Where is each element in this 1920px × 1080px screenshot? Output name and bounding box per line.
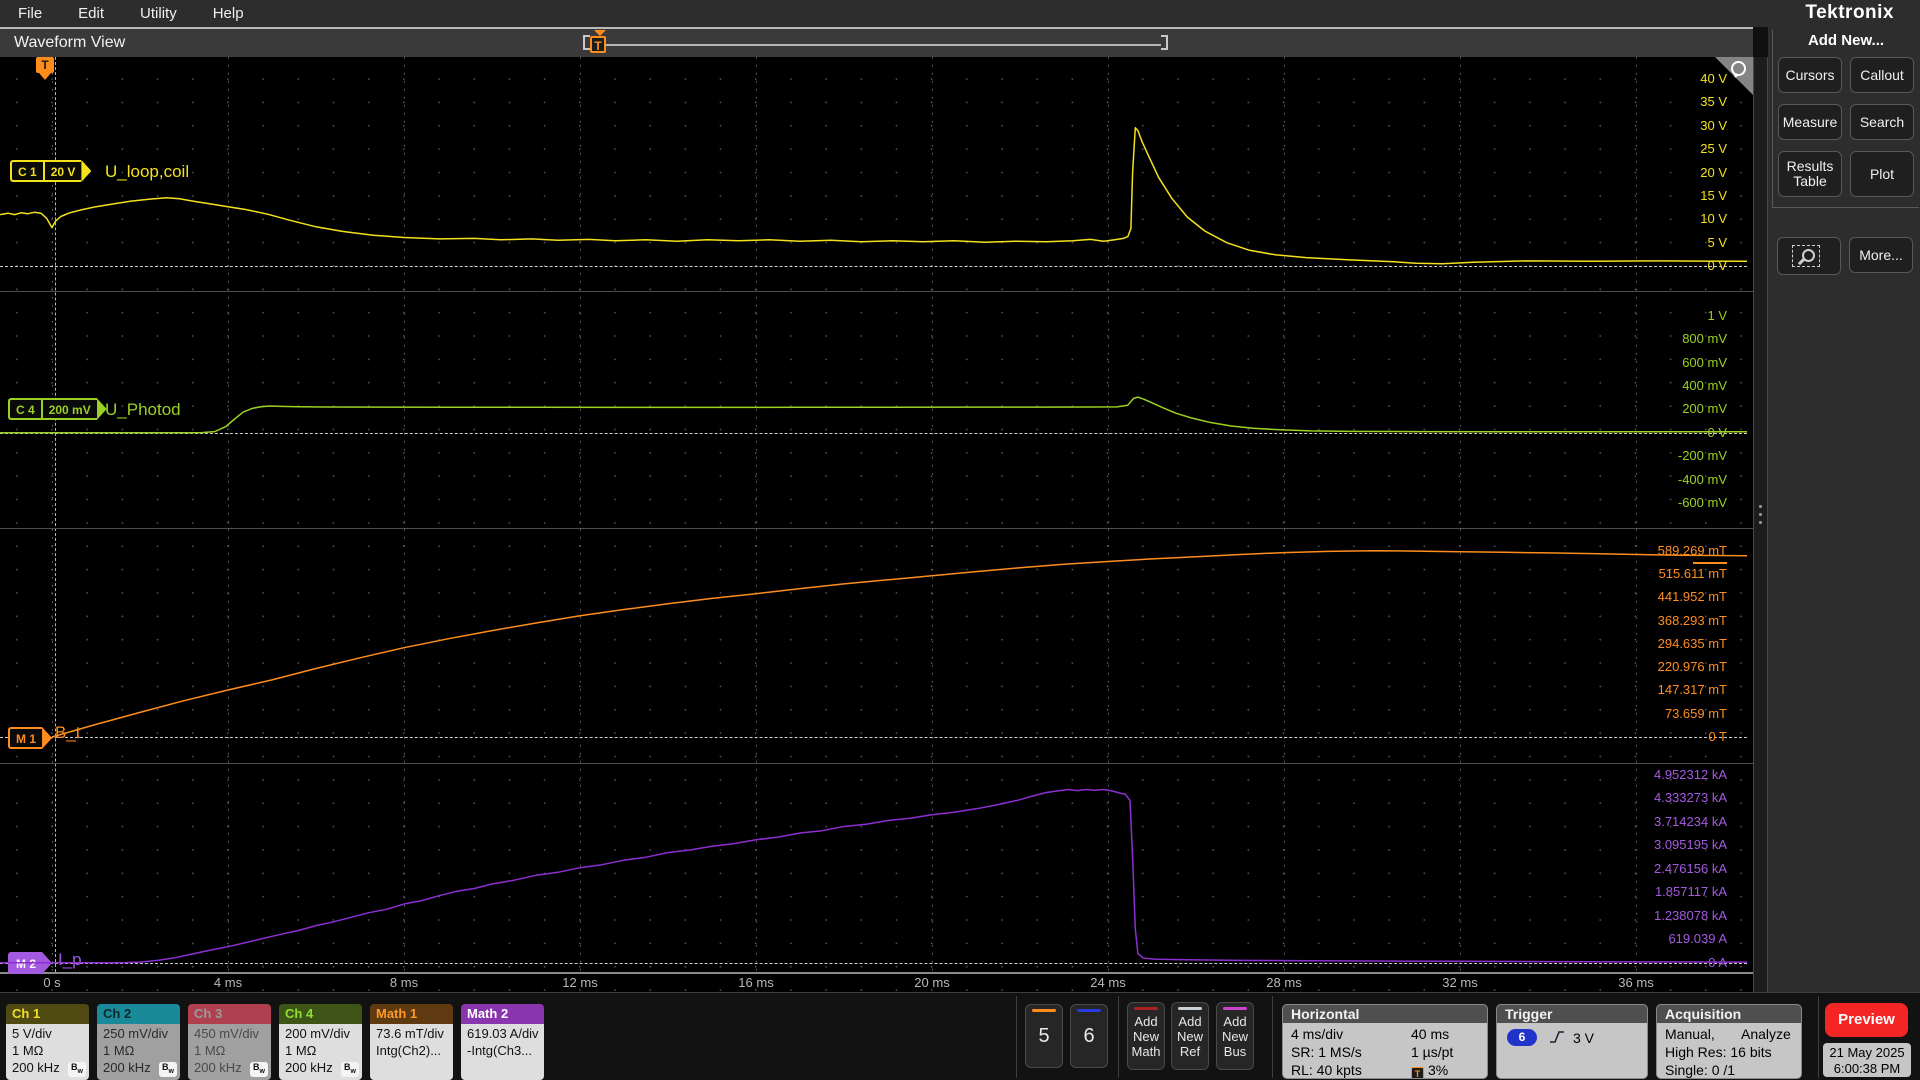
add-new-math-button[interactable]: Add New Math — [1127, 1002, 1165, 1070]
add-new-buttons: Cursors Callout Measure Search Results Table… — [1773, 57, 1919, 197]
trigger-level: 3 V — [1573, 1030, 1595, 1046]
acquisition-analyze: Analyze — [1741, 1026, 1791, 1042]
trigger-flag-icon[interactable]: T — [36, 57, 54, 80]
sample-interval: 1 µs/pt — [1411, 1044, 1454, 1060]
cursors-button[interactable]: Cursors — [1778, 57, 1842, 93]
add-new-ref-button[interactable]: Add New Ref — [1171, 1002, 1209, 1070]
rising-edge-icon — [1550, 1031, 1564, 1043]
horizontal-panel-title: Horizontal — [1283, 1005, 1487, 1023]
trigger-source-badge: 6 — [1507, 1029, 1537, 1046]
results-table-button[interactable]: Results Table — [1778, 151, 1842, 197]
acquisition-resolution: High Res: 16 bits — [1665, 1044, 1772, 1060]
acquisition-panel[interactable]: Acquisition Manual, Analyze High Res: 16… — [1656, 1004, 1802, 1079]
minimap-left-bracket[interactable] — [583, 35, 590, 50]
plot-button[interactable]: Plot — [1850, 151, 1914, 197]
trace-U_loop_coil — [0, 127, 1748, 265]
trace-I_p — [0, 788, 1748, 964]
waveform-view-titlebar: Waveform View T — [0, 27, 1753, 57]
math1-badge[interactable]: Math 1 73.6 mT/div Intg(Ch2)... — [370, 1004, 453, 1080]
ch3-badge[interactable]: Ch 3 450 mV/div 1 MΩ 200 kHz Bw — [188, 1004, 271, 1080]
waveform-plot[interactable]: 40 V 35 V 30 V 25 V 20 V 15 V 10 V5 V0 VC 1 20 … — [0, 57, 1753, 992]
settings-bar: Ch 15 V/div 1 MΩ 200 kHz Bw Ch 2 250 mV/div 1 … — [0, 992, 1920, 1080]
m1-value-marker — [1693, 562, 1727, 564]
divider — [1016, 996, 1017, 1078]
divider — [1118, 996, 1119, 1078]
wave-button-6[interactable]: 6 — [1070, 1004, 1108, 1068]
acquisition-mode: Manual, — [1665, 1026, 1715, 1042]
page-title: Waveform View — [14, 34, 126, 51]
oscilloscope-app: File Edit Utility Help Tektronix Waveform V… — [0, 0, 1920, 1080]
right-panel: Add New... Cursors Callout Measure Search Re… — [1768, 27, 1920, 992]
menu-help[interactable]: Help — [213, 5, 244, 22]
more-button[interactable]: More... — [1849, 237, 1913, 273]
wave-button-5[interactable]: 5 — [1025, 1004, 1063, 1068]
minimap-trigger-icon[interactable]: T — [590, 36, 606, 53]
acquisition-single: Single: 0 /1 — [1665, 1062, 1736, 1078]
trigger-panel-title: Trigger — [1497, 1005, 1647, 1023]
acquisition-panel-title: Acquisition — [1657, 1005, 1801, 1023]
add-new-bus-button[interactable]: Add New Bus — [1216, 1002, 1254, 1070]
minimap-line — [590, 44, 1161, 46]
trigger-panel[interactable]: Trigger 6 3 V — [1496, 1004, 1648, 1079]
panel-splitter[interactable] — [1753, 57, 1768, 992]
area-zoom-button[interactable] — [1777, 237, 1841, 275]
bandwidth-icon: Bw — [159, 1062, 177, 1077]
math2-badge[interactable]: Math 2 619.03 A/div -Intg(Ch3... — [461, 1004, 544, 1080]
menu-bar: File Edit Utility Help Tektronix — [0, 0, 1920, 27]
trigger-position: T 3% — [1411, 1062, 1448, 1078]
waveform-traces — [0, 127, 1748, 964]
bandwidth-icon: Bw — [250, 1062, 268, 1077]
ch2-badge[interactable]: Ch 2 250 mV/div 1 MΩ 200 kHz Bw — [97, 1004, 180, 1080]
trigger-t-icon: T — [1411, 1067, 1424, 1078]
trace-U_Photod — [0, 396, 1747, 434]
menu-items: File Edit Utility Help — [18, 0, 244, 27]
date-label: 21 May 2025 — [1829, 1045, 1905, 1060]
minimap-right-bracket[interactable] — [1161, 35, 1168, 50]
time-label: 6:00:38 PM — [1833, 1061, 1901, 1076]
datetime-display[interactable]: 21 May 2025 6:00:38 PM — [1823, 1043, 1911, 1077]
divider — [1272, 996, 1273, 1078]
bandwidth-icon: Bw — [341, 1062, 359, 1077]
preview-button[interactable]: Preview — [1825, 1003, 1908, 1037]
menu-edit[interactable]: Edit — [78, 5, 104, 22]
horizontal-window: 40 ms — [1411, 1026, 1450, 1042]
add-new-section: Add New... Cursors Callout Measure Search Re… — [1772, 30, 1919, 208]
menu-file[interactable]: File — [18, 5, 42, 22]
tektronix-logo: Tektronix — [1805, 2, 1894, 23]
bandwidth-icon: Bw — [68, 1062, 86, 1077]
menu-utility[interactable]: Utility — [140, 5, 177, 22]
trace-B_t — [51, 549, 1748, 738]
sample-rate: SR: 1 MS/s — [1291, 1044, 1362, 1060]
horizontal-panel[interactable]: Horizontal 4 ms/div 40 ms SR: 1 MS/s 1 µ… — [1282, 1004, 1488, 1079]
measure-button[interactable]: Measure — [1778, 104, 1842, 140]
search-button[interactable]: Search — [1850, 104, 1914, 140]
callout-button[interactable]: Callout — [1850, 57, 1914, 93]
ch4-badge[interactable]: Ch 4 200 mV/div 1 MΩ 200 kHz Bw — [279, 1004, 362, 1080]
ch1-badge[interactable]: Ch 15 V/div 1 MΩ 200 kHz Bw — [6, 1004, 89, 1080]
record-length: RL: 40 kpts — [1291, 1062, 1362, 1078]
add-new-header: Add New... — [1807, 32, 1885, 49]
horizontal-scale: 4 ms/div — [1291, 1026, 1344, 1042]
divider — [1818, 996, 1819, 1078]
